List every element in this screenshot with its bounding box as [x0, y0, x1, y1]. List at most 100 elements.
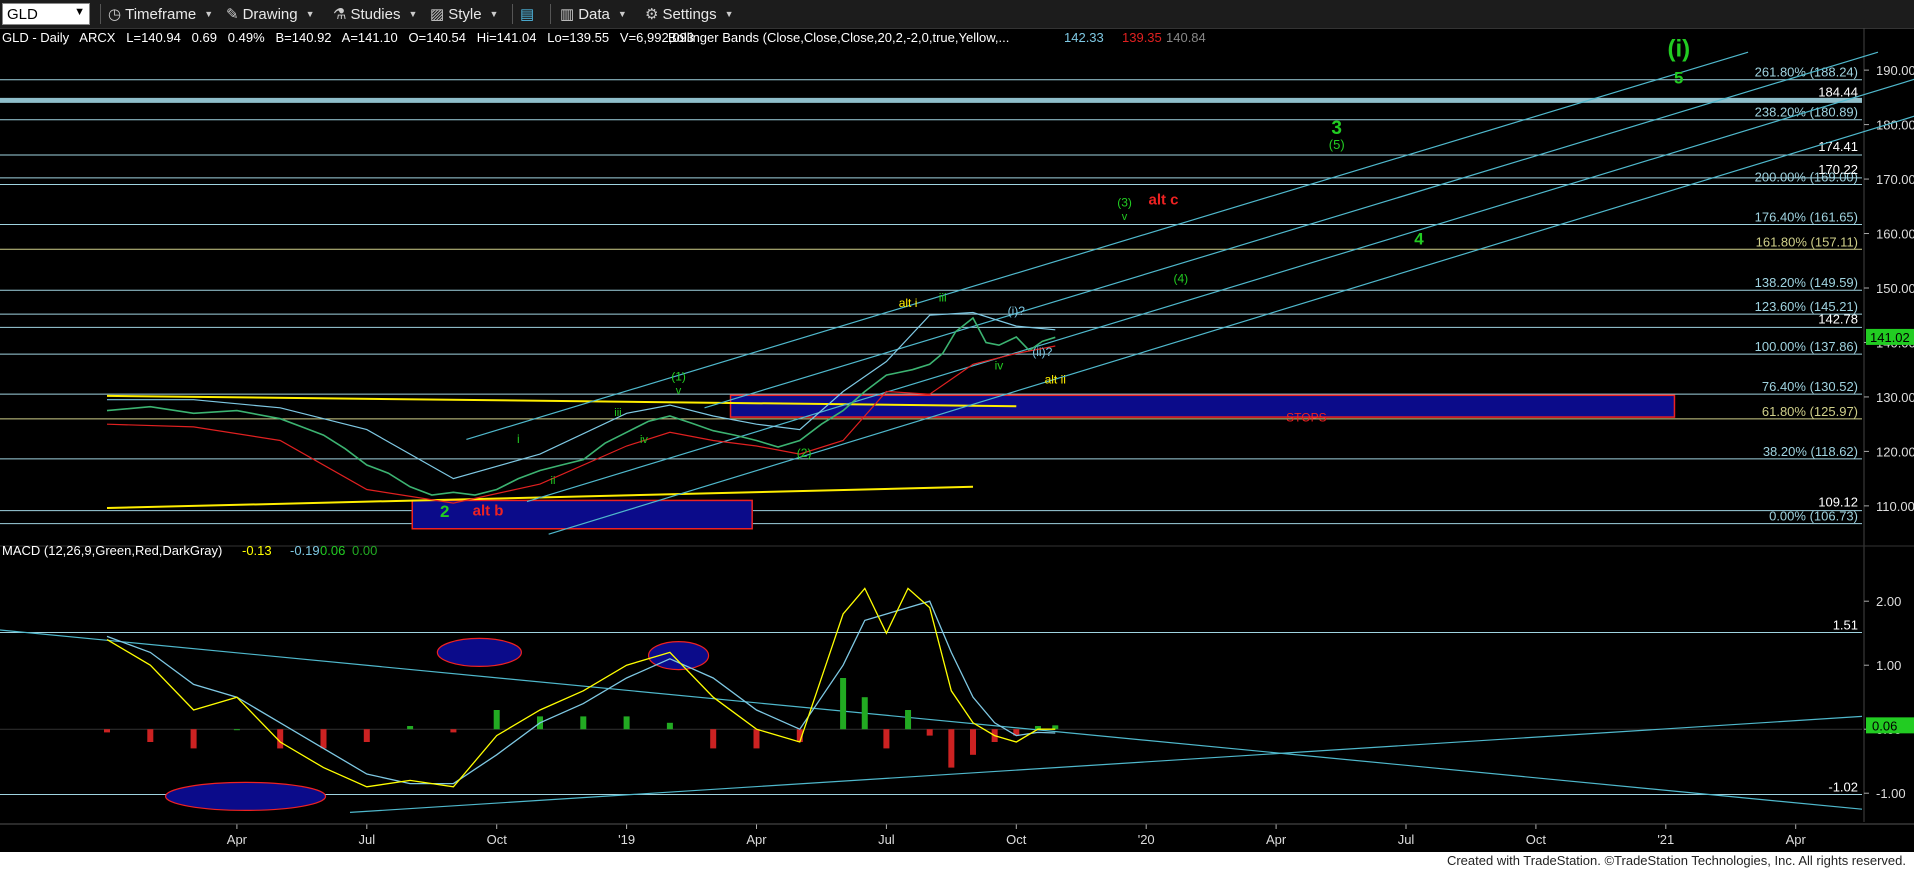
- wave-label: (4): [1174, 272, 1189, 286]
- price-axis-label: 190.00: [1876, 63, 1914, 78]
- x-axis-label: '21: [1657, 832, 1674, 847]
- price-level-label: 174.41: [1818, 139, 1858, 154]
- timeframe-label: Timeframe: [125, 5, 197, 23]
- price-level-label: 142.78: [1818, 311, 1858, 326]
- x-axis-label: Apr: [1786, 832, 1807, 847]
- last-price-label: 141.02: [1870, 330, 1910, 345]
- price-level-label: 184.44: [1818, 84, 1858, 99]
- macd-histogram-bar: [147, 729, 154, 742]
- chevron-down-icon: ▼: [408, 9, 418, 19]
- x-axis-label: Apr: [746, 832, 767, 847]
- fib-level-label: 138.20% (149.59): [1755, 275, 1858, 290]
- macd-histogram-bar: [104, 729, 110, 733]
- macd-pane[interactable]: -1.000.001.002.001.51-1.020.06AprJulOct'…: [0, 587, 1914, 847]
- macd-histogram-bar: [493, 710, 500, 730]
- wave-label: (ii)?: [1032, 345, 1052, 359]
- macd-level-label: 1.51: [1833, 618, 1858, 633]
- price-level-label: 170.22: [1818, 162, 1858, 177]
- bollinger-mid-value: 140.84: [1166, 30, 1206, 45]
- chevron-down-icon: ▼: [489, 9, 499, 19]
- style-icon: ▨: [430, 6, 445, 23]
- wave-label: 4: [1414, 229, 1424, 248]
- studies-label: Studies: [350, 5, 401, 23]
- price-header: GLD - Daily ARCX L=140.94 0.69 0.49% B=1…: [2, 30, 694, 45]
- macd-histogram-bar: [450, 729, 457, 733]
- clock-icon: ◷: [108, 6, 122, 23]
- macd-histogram-bar: [840, 678, 847, 730]
- x-axis-label: Oct: [487, 832, 508, 847]
- x-axis-label: Jul: [878, 832, 895, 847]
- wave-label: (3): [1117, 195, 1132, 209]
- copyright-text: Created with TradeStation. ©TradeStation…: [1446, 853, 1906, 868]
- trendline: [466, 51, 1749, 440]
- macd-value: -0.13: [242, 543, 272, 558]
- macd-axis-label: 1.00: [1876, 658, 1901, 673]
- gear-icon: ⚙: [645, 6, 659, 23]
- macd-histogram-bar: [580, 716, 587, 730]
- price-pane[interactable]: 110.00120.00130.00140.00150.00160.00170.…: [0, 28, 1914, 822]
- fib-level-label: 100.00% (137.86): [1755, 339, 1858, 354]
- macd-histogram-bar: [623, 716, 630, 730]
- bollinger-label: Bollinger Bands (Close,Close,Close,20,2,…: [668, 30, 1009, 45]
- symbol-input[interactable]: GLD ▼: [2, 3, 90, 25]
- price-axis-label: 110.00: [1876, 499, 1914, 514]
- wave-label: alt c: [1149, 192, 1179, 209]
- x-axis-label: '20: [1138, 832, 1155, 847]
- wave-label: alt b: [473, 503, 504, 520]
- fib-level-label: 176.40% (161.65): [1755, 210, 1858, 225]
- wave-label: (i): [1667, 36, 1690, 63]
- wave-label: ii: [551, 475, 556, 487]
- x-axis-label: Jul: [358, 832, 375, 847]
- flask-icon: ⚗: [333, 6, 347, 23]
- chevron-down-icon: ▼: [617, 9, 627, 19]
- macd-histogram-bar: [363, 729, 370, 742]
- footer: Created with TradeStation. ©TradeStation…: [0, 852, 1914, 870]
- bar-chart-icon: ▥: [560, 6, 575, 23]
- toolbar-divider: [512, 4, 513, 24]
- macd-histogram-bar: [883, 729, 890, 749]
- wave-label: iii: [614, 407, 621, 419]
- drawing-menu[interactable]: ✎ Drawing ▼: [226, 3, 315, 25]
- chart-header: GLD - Daily ARCX L=140.94 0.69 0.49% B=1…: [2, 30, 1206, 558]
- layout-button[interactable]: ▤: [520, 3, 534, 25]
- x-axis-label: Oct: [1526, 832, 1547, 847]
- wave-label: iv: [640, 434, 648, 446]
- fib-level-label: 161.80% (157.11): [1756, 234, 1858, 249]
- macd-histogram-bar: [407, 726, 414, 730]
- macd-level-label: -1.02: [1828, 779, 1858, 794]
- symbol-value: GLD: [7, 5, 38, 23]
- macd-trendline: [0, 629, 1863, 810]
- x-axis-label: '19: [618, 832, 635, 847]
- price-axis-label: 120.00: [1876, 444, 1914, 459]
- macd-histogram-bar: [926, 729, 933, 736]
- chevron-down-icon[interactable]: ▼: [74, 6, 85, 18]
- settings-menu[interactable]: ⚙ Settings ▼: [645, 3, 734, 25]
- chart-area[interactable]: 110.00120.00130.00140.00150.00160.00170.…: [0, 28, 1914, 852]
- timeframe-menu[interactable]: ◷ Timeframe ▼: [108, 3, 213, 25]
- wave-label: 3: [1331, 118, 1342, 139]
- chevron-down-icon: ▼: [305, 9, 315, 19]
- wave-label: i: [517, 432, 520, 446]
- price-axis-label: 170.00: [1876, 172, 1914, 187]
- style-menu[interactable]: ▨ Style ▼: [430, 3, 498, 25]
- toolbar: GLD ▼ ◷ Timeframe ▼ ✎ Drawing ▼ ⚗ Studie…: [0, 0, 1914, 29]
- macd-histogram-bar: [190, 729, 197, 749]
- wave-label: v: [676, 385, 682, 397]
- price-axis-label: 180.00: [1876, 118, 1914, 133]
- macd-signal-value: -0.19: [290, 543, 320, 558]
- data-menu[interactable]: ▥ Data ▼: [560, 3, 627, 25]
- wave-label: iv: [995, 359, 1004, 373]
- macd-histogram-bar: [861, 697, 868, 730]
- chevron-down-icon: ▼: [204, 9, 214, 19]
- macd-histogram-bar: [320, 729, 327, 749]
- wave-label: alt i: [899, 296, 918, 310]
- wave-label: iii: [939, 291, 947, 305]
- bollinger-lower-value: 139.35: [1122, 30, 1162, 45]
- macd-highlight-ellipse: [436, 637, 522, 668]
- macd-histogram-bar: [233, 729, 240, 731]
- wave-label: (2): [797, 446, 812, 460]
- macd-label: MACD (12,26,9,Green,Red,DarkGray): [2, 543, 222, 558]
- macd-highlight-ellipse: [164, 781, 327, 812]
- studies-menu[interactable]: ⚗ Studies ▼: [333, 3, 417, 25]
- toolbar-divider: [550, 4, 551, 24]
